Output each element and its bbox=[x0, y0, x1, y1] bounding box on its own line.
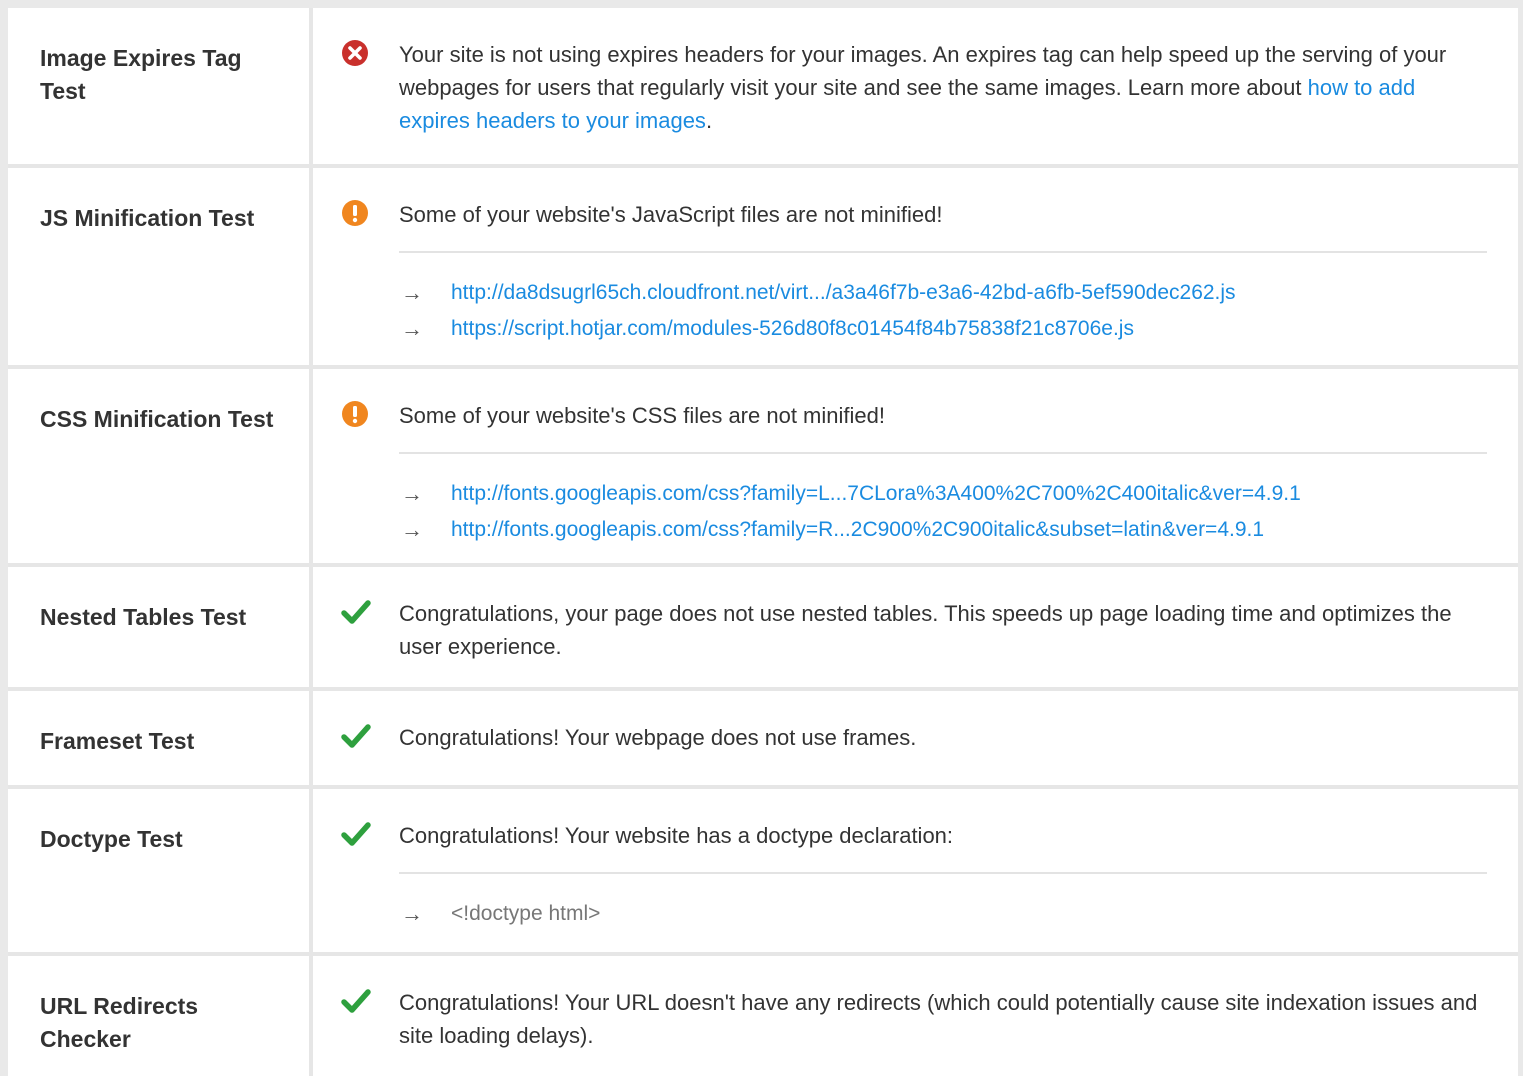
list-item: → http://fonts.googleapis.com/css?family… bbox=[401, 512, 1487, 548]
warning-exclamation-icon bbox=[341, 400, 369, 428]
message-text-end: . bbox=[705, 108, 713, 133]
checkmark-icon bbox=[341, 987, 371, 1015]
seo-report-table: Image Expires Tag Test Your site is not … bbox=[8, 8, 1518, 1076]
doctype-list: → <!doctype html> bbox=[399, 896, 1487, 932]
test-name: URL Redirects Checker bbox=[40, 993, 199, 1052]
checkmark-icon bbox=[341, 820, 371, 848]
test-message: Some of your website's CSS files are not… bbox=[399, 403, 885, 428]
list-item: → https://script.hotjar.com/modules-526d… bbox=[401, 311, 1487, 347]
warning-exclamation-icon bbox=[341, 199, 369, 227]
test-name: Nested Tables Test bbox=[40, 604, 247, 630]
test-result-cell: Congratulations! Your website has a doct… bbox=[313, 789, 1518, 952]
test-row-nested-tables: Nested Tables Test Congratulations, your… bbox=[8, 567, 1518, 687]
test-name-cell: CSS Minification Test bbox=[8, 369, 309, 563]
list-item: → <!doctype html> bbox=[401, 896, 1487, 932]
test-name: CSS Minification Test bbox=[40, 406, 274, 432]
test-result-cell: Congratulations! Your URL doesn't have a… bbox=[313, 956, 1518, 1076]
arrow-right-icon: → bbox=[401, 481, 423, 506]
message-text: Your site is not using expires headers f… bbox=[399, 42, 1447, 100]
list-item: → http://da8dsugrl65ch.cloudfront.net/vi… bbox=[401, 275, 1487, 311]
arrow-right-icon: → bbox=[401, 901, 423, 926]
test-name-cell: Image Expires Tag Test bbox=[8, 8, 309, 164]
divider bbox=[399, 251, 1487, 253]
test-name: JS Minification Test bbox=[40, 205, 255, 231]
unminified-js-link[interactable]: http://da8dsugrl65ch.cloudfront.net/virt… bbox=[451, 275, 1236, 311]
test-message: Congratulations! Your website has a doct… bbox=[399, 823, 954, 848]
test-name-cell: JS Minification Test bbox=[8, 168, 309, 365]
test-name-cell: Frameset Test bbox=[8, 691, 309, 785]
doctype-value: <!doctype html> bbox=[451, 902, 601, 925]
unminified-css-link[interactable]: http://fonts.googleapis.com/css?family=L… bbox=[451, 476, 1301, 512]
error-x-icon bbox=[341, 39, 369, 67]
test-message: Congratulations, your page does not use … bbox=[399, 601, 1452, 659]
test-row-frameset: Frameset Test Congratulations! Your webp… bbox=[8, 691, 1518, 785]
test-row-image-expires: Image Expires Tag Test Your site is not … bbox=[8, 8, 1518, 164]
test-result-cell: Congratulations! Your webpage does not u… bbox=[313, 691, 1518, 785]
divider bbox=[399, 872, 1487, 874]
test-message: Some of your website's JavaScript files … bbox=[399, 202, 943, 227]
arrow-right-icon: → bbox=[401, 517, 423, 542]
test-result-cell: Some of your website's JavaScript files … bbox=[313, 168, 1518, 365]
test-message: Congratulations! Your URL doesn't have a… bbox=[399, 990, 1478, 1048]
test-row-url-redirects: URL Redirects Checker Congratulations! Y… bbox=[8, 956, 1518, 1076]
test-result-cell: Congratulations, your page does not use … bbox=[313, 567, 1518, 687]
arrow-right-icon: → bbox=[401, 316, 423, 341]
test-result-cell: Some of your website's CSS files are not… bbox=[313, 369, 1518, 563]
test-name-cell: Nested Tables Test bbox=[8, 567, 309, 687]
list-item: → http://fonts.googleapis.com/css?family… bbox=[401, 476, 1487, 512]
checkmark-icon bbox=[341, 598, 371, 626]
test-message: Your site is not using expires headers f… bbox=[399, 38, 1487, 137]
test-name: Doctype Test bbox=[40, 826, 183, 852]
test-message: Congratulations! Your webpage does not u… bbox=[399, 725, 917, 750]
checkmark-icon bbox=[341, 722, 371, 750]
divider bbox=[399, 452, 1487, 454]
unminified-js-list: → http://da8dsugrl65ch.cloudfront.net/vi… bbox=[399, 275, 1487, 347]
test-row-js-minification: JS Minification Test Some of your websit… bbox=[8, 168, 1518, 365]
unminified-css-list: → http://fonts.googleapis.com/css?family… bbox=[399, 476, 1487, 548]
test-row-doctype: Doctype Test Congratulations! Your websi… bbox=[8, 789, 1518, 952]
test-name: Frameset Test bbox=[40, 728, 195, 754]
test-name-cell: Doctype Test bbox=[8, 789, 309, 952]
test-name: Image Expires Tag Test bbox=[40, 45, 242, 104]
test-row-css-minification: CSS Minification Test Some of your websi… bbox=[8, 369, 1518, 563]
test-result-cell: Your site is not using expires headers f… bbox=[313, 8, 1518, 164]
unminified-css-link[interactable]: http://fonts.googleapis.com/css?family=R… bbox=[451, 512, 1264, 548]
test-name-cell: URL Redirects Checker bbox=[8, 956, 309, 1076]
arrow-right-icon: → bbox=[401, 280, 423, 305]
unminified-js-link[interactable]: https://script.hotjar.com/modules-526d80… bbox=[451, 311, 1134, 347]
